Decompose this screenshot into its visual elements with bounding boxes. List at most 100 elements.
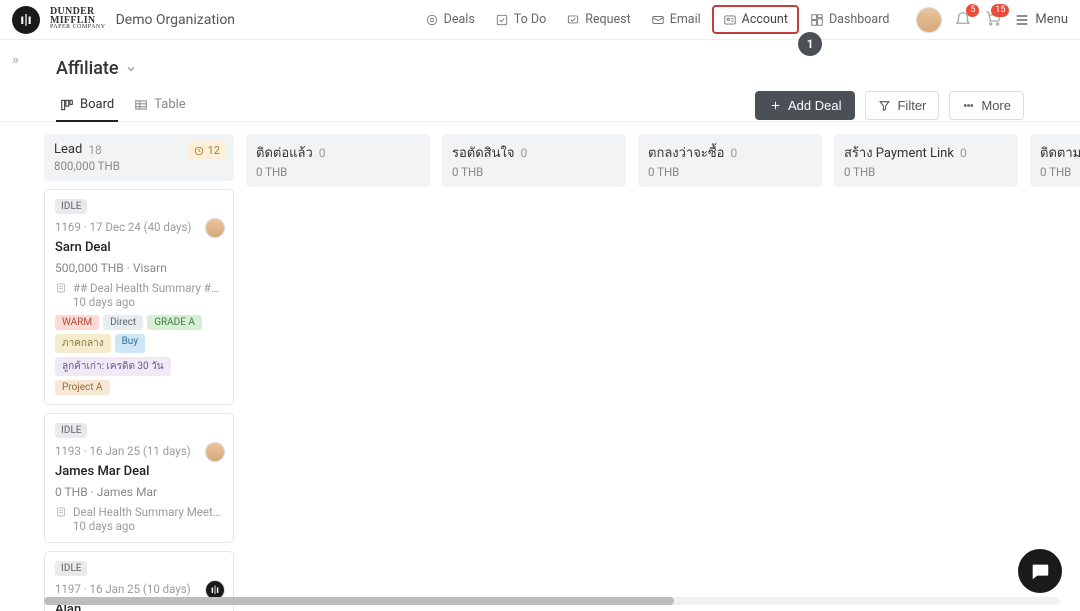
table-icon [134,98,148,112]
card-meta: 1169 · 17 Dec 24 (40 days) [55,220,223,234]
tag: Buy [115,334,145,353]
stage-header[interactable]: รอตัดสินใจ 0 0 THB [442,134,626,187]
card-meta: 1193 · 16 Jan 25 (11 days) [55,444,223,458]
card-price: 500,000 THB · Visarn [55,261,223,275]
sidebar-expand-handle[interactable]: » [12,52,16,68]
nav-label: Request [585,12,631,27]
nav-label: Account [742,12,788,27]
nav-item-to-do[interactable]: To Do [486,7,555,32]
add-deal-button[interactable]: Add Deal [755,91,855,120]
nav-label: Dashboard [829,12,889,27]
toolbar-right: Add Deal Filter More [755,91,1024,120]
stage-amount: 0 THB [648,165,812,179]
tag: WARM [55,315,99,330]
pipeline-name: Affiliate [56,58,119,79]
plus-icon [769,99,782,112]
tab-table[interactable]: Table [130,89,189,122]
board[interactable]: Lead 18 800,000 THB12 IDLE 1169 · 17 Dec 2… [0,122,1080,611]
dots-icon [962,99,975,112]
app-logo[interactable]: ı|ı [12,6,40,34]
checksq-icon [495,13,509,27]
nav-item-request[interactable]: Request [557,7,640,32]
stage-count: 0 [319,146,326,160]
company-logo-sub: PAPER COMPANY [50,25,106,30]
card-note: ## Deal Health Summary ### Meeti…10 days… [55,281,223,309]
view-tabs: Board Table [56,89,190,122]
card-avatar[interactable] [205,218,225,238]
add-deal-label: Add Deal [788,98,841,113]
scrollbar-thumb[interactable] [44,597,674,605]
deal-card[interactable]: IDLE1169 · 17 Dec 24 (40 days)Sarn Deal5… [44,189,234,405]
tag: ลูกค้าเก่า: เครดิต 30 วัน [55,357,171,376]
cart-badge: 15 [991,4,1009,17]
nav-label: To Do [514,12,546,27]
org-name: Demo Organization [116,12,235,28]
sub-toolbar: Board Table Add Deal Filter More [56,89,1024,122]
stage-name: ติดต่อแล้ว [256,142,313,163]
idle-badge: IDLE [55,199,87,214]
nav-label: Email [670,12,701,27]
stage-amount: 0 THB [452,165,616,179]
company-logo: DUNDER MIFFLIN PAPER COMPANY [50,8,106,30]
user-avatar[interactable] [916,7,942,33]
nav-right: 5 15 Menu [916,7,1068,33]
stage-header[interactable]: ติดต่อแล้ว 0 0 THB [246,134,430,187]
more-label: More [981,98,1011,113]
card-meta: 1197 · 16 Jan 25 (10 days) [55,582,223,596]
card-note: Deal Health Summary Meeting Ove…10 days … [55,505,223,533]
deal-card[interactable]: IDLE 1193 · 16 Jan 25 (11 days) James Mar … [44,413,234,543]
stage-count: 0 [520,146,527,160]
chevron-down-icon [125,63,137,75]
more-button[interactable]: More [949,91,1024,120]
nav-label: Deals [444,12,475,27]
idle-badge: IDLE [55,423,87,438]
cart-notif[interactable]: 15 [984,9,1002,31]
idcard-icon [723,13,737,27]
card-tags: WARMDirectGRADE AภาคกลางBuyลูกค้าเก่า: เ… [55,315,223,395]
stage-amount: 0 THB [256,165,420,179]
step-marker: 1 [798,32,822,56]
topnav: Deals To Do Request Email Account Dashboard [416,5,899,34]
stage-name: ติดตามให้ชำระเงิน [1040,142,1080,163]
menu-button[interactable]: Menu [1014,12,1068,28]
stage-amount: 800,000 THB [54,159,224,173]
menu-label: Menu [1035,12,1068,27]
stage-header[interactable]: ตกลงว่าจะซื้อ 0 0 THB [638,134,822,187]
stage-column: ติดต่อแล้ว 0 0 THB [246,134,430,187]
chat-icon [1029,560,1051,582]
bell-notif[interactable]: 5 [954,9,972,31]
stage-header[interactable]: ติดตามให้ชำระเงิน 0 0 THB [1030,134,1080,187]
stage-column: สร้าง Payment Link 0 0 THB [834,134,1018,187]
stage-header[interactable]: Lead 18 800,000 THB12 [44,134,234,181]
stage-amount: 0 THB [1040,165,1080,179]
target-icon [425,13,439,27]
nav-item-email[interactable]: Email [642,7,710,32]
stage-amount: 0 THB [844,165,1008,179]
stage-column: รอตัดสินใจ 0 0 THB [442,134,626,187]
tab-table-label: Table [154,97,185,112]
filter-label: Filter [897,98,926,113]
nav-item-deals[interactable]: Deals [416,7,484,32]
stage-alert-badge: 12 [188,142,226,159]
horizontal-scrollbar[interactable] [44,597,1060,605]
card-avatar[interactable] [205,442,225,462]
stage-name: Lead [54,142,82,157]
stage-column: Lead 18 800,000 THB12 IDLE 1169 · 17 Dec 2… [44,134,234,611]
card-title: James Mar Deal [55,464,223,479]
tab-board-label: Board [80,97,114,112]
nav-item-dashboard[interactable]: Dashboard [801,7,898,32]
nav-item-account[interactable]: Account [712,5,799,34]
chatreq-icon [566,13,580,27]
pipeline-selector[interactable]: Affiliate [56,50,1024,83]
tag: GRADE A [147,315,202,330]
stage-column: ติดตามให้ชำระเงิน 0 0 THB [1030,134,1080,187]
note-icon [55,282,67,294]
chat-fab[interactable] [1018,549,1062,593]
filter-button[interactable]: Filter [865,91,939,120]
stage-header[interactable]: สร้าง Payment Link 0 0 THB [834,134,1018,187]
tag: Direct [103,315,143,330]
stage-count: 18 [88,143,102,157]
tab-board[interactable]: Board [56,89,118,122]
board-icon [60,98,74,112]
idle-badge: IDLE [55,561,87,576]
